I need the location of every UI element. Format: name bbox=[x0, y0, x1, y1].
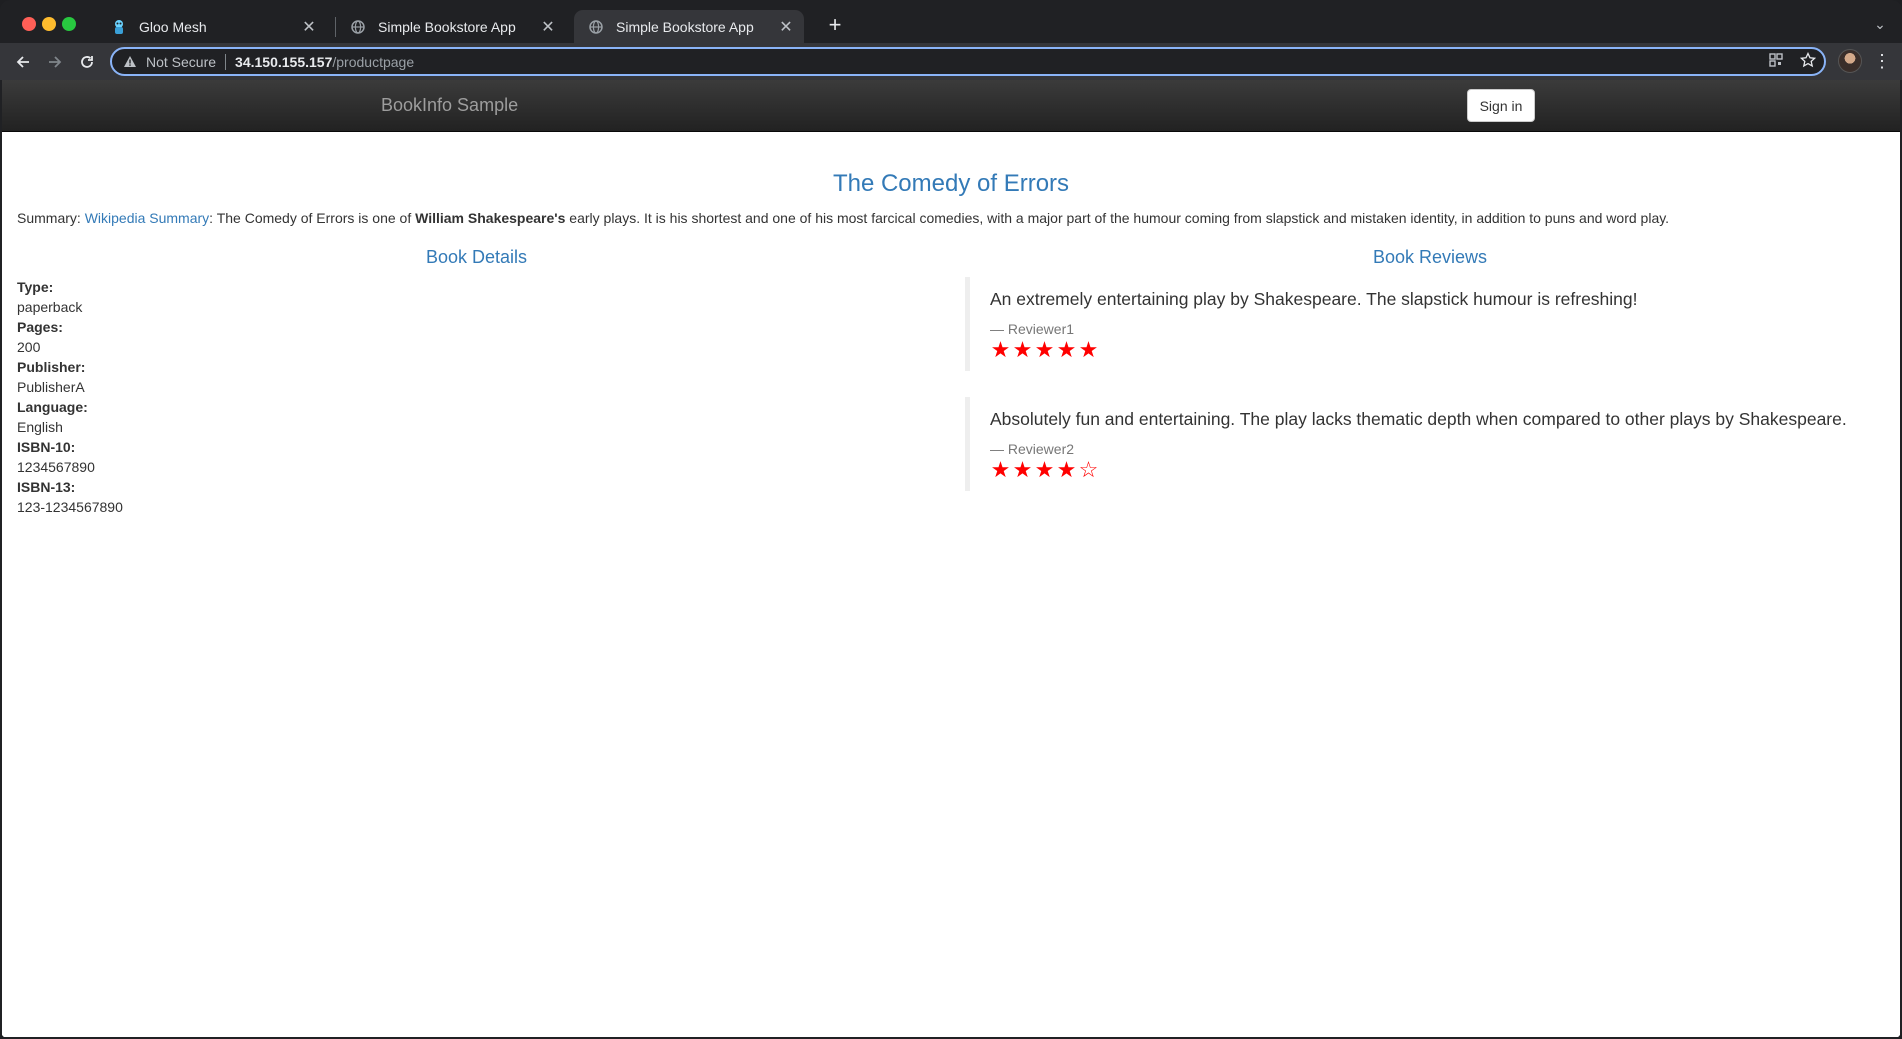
app-navbar: BookInfo Sample Sign in bbox=[2, 80, 1900, 132]
book-details-heading: Book Details bbox=[425, 247, 528, 267]
close-window-button[interactable] bbox=[22, 17, 36, 31]
tab-title: Gloo Mesh bbox=[139, 18, 207, 35]
detail-value-isbn13: 123-1234567890 bbox=[17, 499, 123, 515]
detail-value-pages: 200 bbox=[17, 339, 41, 355]
close-icon[interactable]: ✕ bbox=[299, 17, 319, 37]
url-path[interactable]: /productpage bbox=[332, 54, 414, 70]
page-viewport: BookInfo Sample Sign in The Comedy of Er… bbox=[2, 80, 1900, 1037]
tab-title: Simple Bookstore App bbox=[616, 18, 754, 35]
globe-icon bbox=[588, 19, 604, 35]
star-empty-icon: ☆ bbox=[1078, 457, 1100, 482]
star-filled-icon: ★ bbox=[1056, 337, 1078, 362]
star-filled-icon: ★ bbox=[990, 337, 1012, 362]
sign-in-button[interactable]: Sign in bbox=[1467, 89, 1535, 122]
review-text: An extremely entertaining play by Shakes… bbox=[990, 289, 1638, 309]
book-summary: Summary: Wikipedia Summary: The Comedy o… bbox=[17, 210, 1887, 226]
minimize-window-button[interactable] bbox=[42, 17, 56, 31]
book-reviews-heading: Book Reviews bbox=[1372, 247, 1488, 267]
tab-gloo-mesh[interactable]: Gloo Mesh ✕ bbox=[97, 10, 327, 43]
arrow-right-icon bbox=[49, 56, 62, 68]
reload-button[interactable] bbox=[74, 49, 100, 75]
review-author: — Reviewer1 bbox=[990, 321, 1075, 337]
tab-title: Simple Bookstore App bbox=[378, 18, 516, 35]
address-bar[interactable]: Not Secure 34.150.155.157/productpage bbox=[110, 47, 1826, 76]
review-card-2: Absolutely fun and entertaining. The pla… bbox=[965, 397, 1895, 491]
detail-label-language: Language: bbox=[17, 399, 88, 415]
url-host[interactable]: 34.150.155.157 bbox=[235, 54, 332, 70]
app-brand[interactable]: BookInfo Sample bbox=[381, 95, 518, 116]
detail-value-type: paperback bbox=[17, 299, 83, 315]
star-filled-icon: ★ bbox=[990, 457, 1012, 482]
chevron-down-icon[interactable]: ⌄ bbox=[1870, 16, 1890, 36]
detail-value-isbn10: 1234567890 bbox=[17, 459, 95, 475]
globe-icon bbox=[350, 19, 366, 35]
review-text: Absolutely fun and entertaining. The pla… bbox=[990, 409, 1847, 429]
forward-button[interactable] bbox=[42, 49, 68, 75]
detail-label-isbn13: ISBN-13: bbox=[17, 479, 76, 495]
summary-author: William Shakespeare's bbox=[415, 210, 566, 226]
summary-prefix: Summary: bbox=[17, 210, 85, 226]
star-rating: ★★★★☆ bbox=[990, 459, 1895, 481]
browser-toolbar: Not Secure 34.150.155.157/productpage ⋮ bbox=[0, 43, 1902, 80]
star-filled-icon: ★ bbox=[1056, 457, 1078, 482]
warning-icon[interactable] bbox=[122, 54, 138, 70]
summary-text-2: early plays. It is his shortest and one … bbox=[565, 210, 1670, 226]
book-title: The Comedy of Errors bbox=[832, 170, 1070, 197]
detail-label-pages: Pages: bbox=[17, 319, 63, 335]
security-label[interactable]: Not Secure bbox=[146, 54, 216, 70]
tab-bookstore-1[interactable]: Simple Bookstore App ✕ bbox=[336, 10, 566, 43]
bookmark-star-icon[interactable] bbox=[1798, 50, 1818, 70]
arrow-left-icon bbox=[16, 56, 29, 68]
tab-bar: Gloo Mesh ✕ Simple Bookstore App ✕ Simpl… bbox=[0, 0, 1902, 43]
summary-text-1: : The Comedy of Errors is one of bbox=[209, 210, 416, 226]
star-filled-icon: ★ bbox=[1078, 337, 1100, 362]
tab-bookstore-active[interactable]: Simple Bookstore App ✕ bbox=[574, 10, 804, 43]
star-filled-icon: ★ bbox=[1034, 457, 1056, 482]
back-button[interactable] bbox=[10, 49, 36, 75]
detail-label-isbn10: ISBN-10: bbox=[17, 439, 76, 455]
address-divider bbox=[225, 53, 227, 70]
close-icon[interactable]: ✕ bbox=[538, 17, 558, 37]
browser-window: Gloo Mesh ✕ Simple Bookstore App ✕ Simpl… bbox=[0, 0, 1902, 1039]
book-details-list: Type: paperback Pages: 200 Publisher: Pu… bbox=[17, 277, 417, 517]
star-rating: ★★★★★ bbox=[990, 339, 1895, 361]
wikipedia-summary-link[interactable]: Wikipedia Summary bbox=[85, 210, 209, 226]
detail-value-language: English bbox=[17, 419, 63, 435]
detail-value-publisher: PublisherA bbox=[17, 379, 85, 395]
close-icon[interactable]: ✕ bbox=[776, 17, 796, 37]
star-filled-icon: ★ bbox=[1012, 457, 1034, 482]
review-card-1: An extremely entertaining play by Shakes… bbox=[965, 277, 1895, 371]
star-filled-icon: ★ bbox=[1012, 337, 1034, 362]
new-tab-button[interactable]: + bbox=[824, 14, 846, 36]
detail-label-publisher: Publisher: bbox=[17, 359, 86, 375]
qr-code-icon[interactable] bbox=[1766, 50, 1786, 70]
reload-icon bbox=[81, 56, 93, 68]
star-filled-icon: ★ bbox=[1034, 337, 1056, 362]
zoom-window-button[interactable] bbox=[62, 17, 76, 31]
menu-dots-icon[interactable]: ⋮ bbox=[1872, 50, 1892, 72]
detail-label-type: Type: bbox=[17, 279, 54, 295]
gloo-mesh-icon bbox=[111, 19, 127, 35]
review-author: — Reviewer2 bbox=[990, 441, 1075, 457]
profile-avatar[interactable] bbox=[1838, 49, 1862, 73]
